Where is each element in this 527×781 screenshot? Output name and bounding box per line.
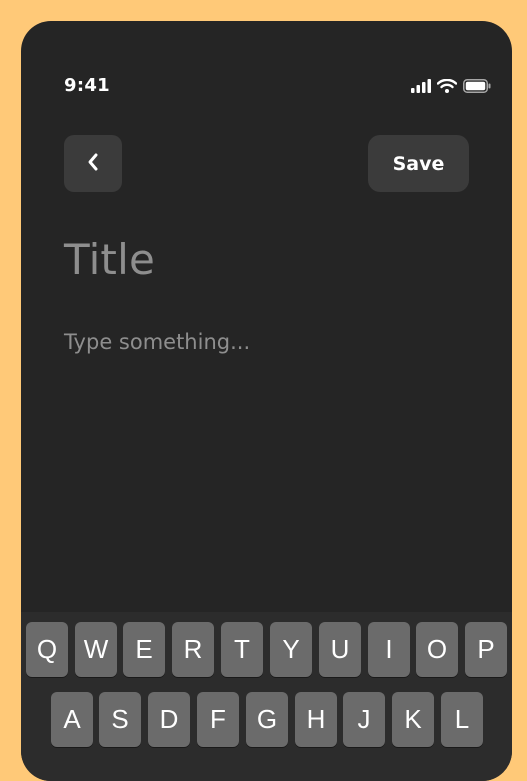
key-p[interactable]: P xyxy=(465,622,507,677)
key-d[interactable]: D xyxy=(148,692,190,747)
battery-icon xyxy=(463,78,491,97)
key-s[interactable]: S xyxy=(99,692,141,747)
back-button[interactable] xyxy=(64,135,122,192)
key-e[interactable]: E xyxy=(123,622,165,677)
key-r[interactable]: R xyxy=(172,622,214,677)
key-u[interactable]: U xyxy=(319,622,361,677)
title-input[interactable]: Title xyxy=(64,235,155,284)
key-t[interactable]: T xyxy=(221,622,263,677)
key-h[interactable]: H xyxy=(295,692,337,747)
key-q[interactable]: Q xyxy=(26,622,68,677)
key-i[interactable]: I xyxy=(368,622,410,677)
note-body-input[interactable]: Type something... xyxy=(64,330,250,354)
keyboard: Q W E R T Y U I O P A S D F G H J K L xyxy=(21,612,512,781)
chevron-left-icon xyxy=(86,152,100,176)
key-k[interactable]: K xyxy=(392,692,434,747)
key-l[interactable]: L xyxy=(441,692,483,747)
key-j[interactable]: J xyxy=(343,692,385,747)
signal-icon xyxy=(411,78,431,97)
key-a[interactable]: A xyxy=(51,692,93,747)
key-g[interactable]: G xyxy=(246,692,288,747)
key-y[interactable]: Y xyxy=(270,622,312,677)
phone-screen: 9:41 Save Title Type something... Q W E … xyxy=(21,21,512,781)
key-o[interactable]: O xyxy=(416,622,458,677)
key-w[interactable]: W xyxy=(75,622,117,677)
wifi-icon xyxy=(436,78,458,97)
status-icons xyxy=(411,78,491,97)
key-f[interactable]: F xyxy=(197,692,239,747)
save-button[interactable]: Save xyxy=(368,135,469,192)
status-time: 9:41 xyxy=(64,75,110,96)
